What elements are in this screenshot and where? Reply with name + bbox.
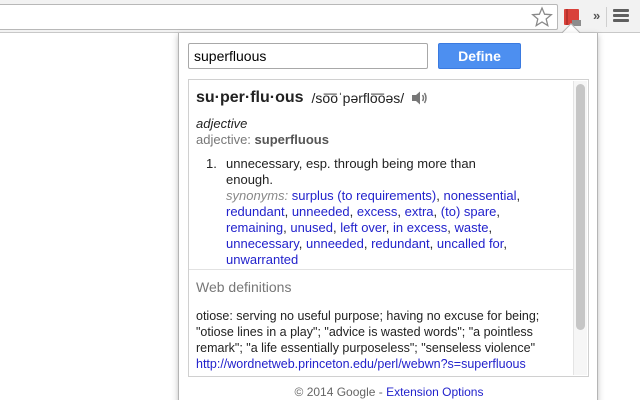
- headword: su·per·flu·ous: [196, 89, 304, 106]
- synonym-link[interactable]: redundant: [371, 236, 430, 251]
- synonym-link[interactable]: unwarranted: [226, 252, 298, 267]
- synonym-link[interactable]: in excess: [393, 220, 447, 235]
- pos-word: superfluous: [254, 132, 329, 147]
- copyright-text: © 2014 Google -: [294, 385, 387, 399]
- synonym-link[interactable]: (to) spare: [441, 204, 497, 219]
- synonyms-label: synonyms:: [226, 188, 289, 203]
- synonym-link[interactable]: surplus (to requirements): [292, 188, 437, 203]
- browser-toolbar: »: [0, 0, 640, 33]
- web-definitions-heading: Web definitions: [196, 279, 292, 295]
- synonym-link[interactable]: waste: [454, 220, 488, 235]
- synonym-link[interactable]: unused: [290, 220, 333, 235]
- speaker-icon[interactable]: [410, 90, 428, 106]
- source-link[interactable]: http://wordnetweb.princeton.edu/perl/web…: [196, 357, 526, 371]
- synonym-link[interactable]: unnecessary: [226, 236, 299, 251]
- synonym-link[interactable]: unneeded: [306, 236, 364, 251]
- synonym-link[interactable]: uncalled for: [437, 236, 504, 251]
- web-definition: otiose: serving no useful purpose; havin…: [196, 308, 568, 372]
- section-divider: [189, 269, 574, 270]
- sense-item: 1. unnecessary, esp. through being more …: [206, 156, 572, 268]
- synonym-link[interactable]: remaining: [226, 220, 283, 235]
- sense-number: 1.: [206, 156, 217, 171]
- address-bar[interactable]: [0, 4, 558, 30]
- scrollbar-thumb[interactable]: [576, 84, 585, 330]
- synonym-link[interactable]: nonessential: [444, 188, 517, 203]
- menu-icon[interactable]: [613, 9, 629, 23]
- sense-definition: unnecessary, esp. through being more tha…: [226, 156, 476, 187]
- toolbar-divider: [606, 7, 607, 27]
- part-of-speech-line: adjective: superfluous: [196, 132, 572, 148]
- synonyms-list: synonyms: surplus (to requirements), non…: [226, 188, 521, 267]
- synonym-link[interactable]: extra: [405, 204, 434, 219]
- extensions-overflow-icon[interactable]: »: [593, 6, 600, 26]
- definition-panel: su·per·flu·ous /so͞oˈpərflo͞oəs/ adjecti…: [188, 79, 589, 377]
- web-definition-text: otiose: serving no useful purpose; havin…: [196, 309, 540, 355]
- search-input[interactable]: [188, 43, 428, 69]
- dictionary-popup: Define su·per·flu·ous /so͞oˈpərflo͞oəs/ …: [178, 33, 598, 400]
- part-of-speech: adjective: [196, 116, 248, 131]
- star-icon[interactable]: [531, 6, 553, 28]
- define-button[interactable]: Define: [438, 43, 521, 69]
- synonym-link[interactable]: unneeded: [292, 204, 350, 219]
- extension-options-link[interactable]: Extension Options: [386, 385, 483, 399]
- popup-footer: © 2014 Google - Extension Options: [179, 385, 599, 399]
- pos-label: adjective:: [196, 132, 251, 147]
- synonym-link[interactable]: left over: [340, 220, 386, 235]
- pronunciation: /so͞oˈpərflo͞oəs/: [311, 90, 405, 106]
- synonym-link[interactable]: redundant: [226, 204, 285, 219]
- synonym-link[interactable]: excess: [357, 204, 397, 219]
- definition-content: su·per·flu·ous /so͞oˈpərflo͞oəs/ adjecti…: [196, 88, 572, 268]
